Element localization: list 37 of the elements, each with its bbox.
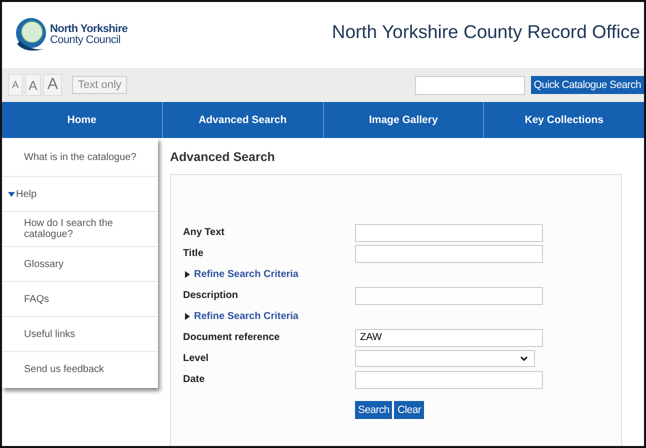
text-only-button[interactable]: Text only xyxy=(72,76,128,94)
field-label: Any Text xyxy=(183,227,226,238)
menu-item[interactable]: Glossary xyxy=(8,258,64,270)
triangle-right-icon xyxy=(185,313,190,320)
input-field[interactable] xyxy=(355,286,543,304)
chevron-down-icon xyxy=(520,356,528,361)
menu-item[interactable]: What is in the catalogue? xyxy=(8,152,136,162)
input-field[interactable] xyxy=(355,244,543,262)
site-title: North Yorkshire County Record Office xyxy=(332,21,640,43)
council-name: North Yorkshire xyxy=(50,24,128,35)
text-size-button[interactable]: A xyxy=(43,74,62,96)
field-label: Document reference xyxy=(183,332,281,343)
text-size-button[interactable]: A xyxy=(24,74,42,96)
form-button[interactable]: Search xyxy=(355,401,392,419)
menu-item[interactable]: Help xyxy=(8,188,37,200)
menu-item[interactable]: Useful links xyxy=(8,328,76,340)
form-button[interactable]: Clear xyxy=(394,401,424,419)
triangle-down-icon xyxy=(8,192,15,196)
quick-search-field[interactable] xyxy=(414,76,525,94)
field-label: Title xyxy=(183,248,204,259)
council-subtitle: County Council xyxy=(50,35,122,46)
triangle-right-icon xyxy=(185,271,190,278)
input-field[interactable] xyxy=(355,224,543,242)
input-field[interactable]: ZAW xyxy=(355,328,543,346)
field-label: Date xyxy=(183,374,206,385)
text-size-button[interactable]: A xyxy=(8,74,23,96)
page-title: Advanced Search xyxy=(170,150,276,164)
input-field[interactable] xyxy=(355,370,543,388)
refine-link[interactable]: Refine Search Criteria xyxy=(183,311,298,322)
menu-item[interactable]: Send us feedback xyxy=(8,364,104,374)
field-label: Description xyxy=(183,290,240,301)
menu-item[interactable]: How do I search the catalogue? xyxy=(8,218,152,240)
quick-search-button[interactable]: Quick Catalogue Search xyxy=(530,76,644,94)
field-label: Level xyxy=(183,353,210,364)
menu-item[interactable]: FAQs xyxy=(8,294,50,304)
dropdown-field[interactable] xyxy=(355,350,535,367)
refine-link[interactable]: Refine Search Criteria xyxy=(183,269,298,280)
